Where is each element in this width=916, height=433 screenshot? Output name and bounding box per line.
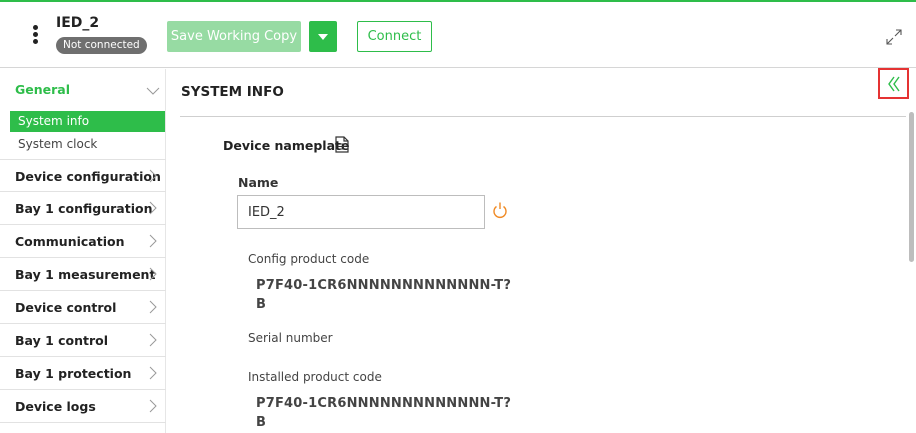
device-nameplate-heading: Device nameplate	[223, 138, 350, 153]
chevron-right-icon	[149, 300, 157, 314]
sidebar-item-device-configuration[interactable]: Device configuration	[0, 159, 166, 192]
sidebar-item-communication[interactable]: Communication	[0, 225, 166, 258]
sidebar-subitem-label: System info	[18, 114, 90, 128]
sidebar-item-device-logs[interactable]: Device logs	[0, 390, 166, 423]
sidebar-item-label: Bay 1 control	[15, 333, 109, 348]
sidebar-item-label: Bay 1 configuration	[15, 201, 153, 216]
sidebar-item-bay1-measurement[interactable]: Bay 1 measurement	[0, 258, 166, 291]
scrollbar[interactable]	[909, 112, 914, 262]
header-bar: IED_2 Not connected Save Working Copy Co…	[0, 2, 916, 68]
chevron-right-icon	[149, 169, 157, 183]
device-name: IED_2	[56, 15, 100, 31]
config-product-code-value: P7F40-1CR6NNNNNNNNNNNNN-T?B	[256, 278, 512, 312]
chevron-right-icon	[149, 234, 157, 248]
sidebar-item-label: Device configuration	[15, 169, 161, 184]
name-field-label: Name	[238, 175, 279, 190]
chevron-right-icon	[149, 201, 157, 215]
chevron-right-icon	[149, 366, 157, 380]
serial-number-label: Serial number	[248, 331, 333, 345]
page-title: SYSTEM INFO	[181, 84, 284, 100]
sidebar-item-device-control[interactable]: Device control	[0, 291, 166, 324]
sidebar-subitem-label: System clock	[18, 137, 98, 151]
sidebar-item-label: Device logs	[15, 399, 96, 414]
sidebar-item-label: Communication	[15, 234, 125, 249]
status-badge: Not connected	[56, 37, 147, 54]
chevron-down-icon	[146, 87, 160, 95]
double-chevron-left-icon	[888, 76, 900, 92]
sidebar-item-label: Bay 1 protection	[15, 366, 132, 381]
sidebar: General System info System clock Device …	[0, 69, 166, 433]
document-icon[interactable]	[335, 136, 349, 153]
chevron-right-icon	[149, 399, 157, 413]
installed-product-code-label: Installed product code	[248, 370, 382, 384]
sidebar-item-label: Device control	[15, 300, 117, 315]
sidebar-subitem-system-info[interactable]: System info	[10, 111, 165, 132]
collapse-panel-button[interactable]	[878, 68, 909, 99]
save-working-copy-button[interactable]: Save Working Copy	[167, 21, 301, 52]
expand-icon[interactable]	[885, 28, 903, 46]
sidebar-subitem-system-clock[interactable]: System clock	[10, 134, 165, 155]
chevron-right-icon	[149, 333, 157, 347]
chevron-right-icon	[149, 267, 157, 281]
installed-product-code-value: P7F40-1CR6NNNNNNNNNNNNN-T?B	[256, 396, 512, 430]
connect-button[interactable]: Connect	[357, 21, 432, 52]
sidebar-item-label: Bay 1 measurement	[15, 267, 156, 282]
sidebar-item-bay1-control[interactable]: Bay 1 control	[0, 324, 166, 357]
sidebar-item-label: General	[15, 82, 70, 97]
sidebar-item-bay1-configuration[interactable]: Bay 1 configuration	[0, 192, 166, 225]
config-product-code-label: Config product code	[248, 252, 370, 266]
name-field[interactable]	[237, 195, 485, 229]
title-divider	[180, 116, 906, 117]
kebab-menu-icon[interactable]	[32, 24, 40, 44]
caret-down-icon	[318, 34, 328, 40]
power-reset-icon[interactable]	[492, 201, 508, 219]
sidebar-item-bay1-protection[interactable]: Bay 1 protection	[0, 357, 166, 390]
save-options-dropdown-button[interactable]	[309, 21, 337, 52]
sidebar-item-general[interactable]: General	[0, 73, 166, 106]
